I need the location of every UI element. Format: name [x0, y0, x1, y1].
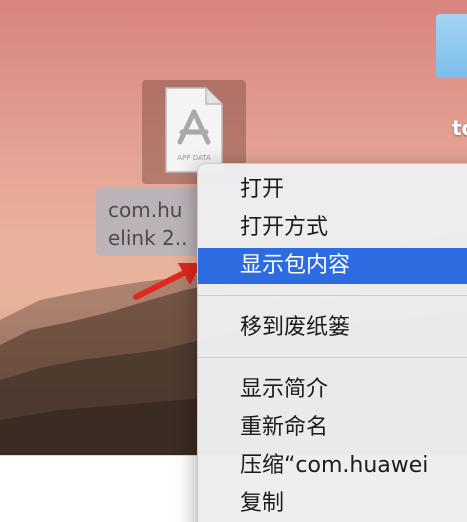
menu-separator	[198, 295, 467, 296]
file-name-label[interactable]: com.hu elink 2..	[96, 188, 206, 256]
file-name-line-2: elink 2..	[108, 226, 188, 250]
menu-item-open-with[interactable]: 打开方式	[198, 210, 467, 246]
menu-item-move-to-trash[interactable]: 移到废纸篓	[198, 310, 467, 346]
desktop-background: to APP DATA com.hu elink 2.. 打开 打开方式 显示包…	[0, 0, 467, 522]
menu-separator	[198, 357, 467, 358]
menu-item-open[interactable]: 打开	[198, 172, 467, 208]
file-name-line-1: com.hu	[108, 198, 183, 222]
menu-item-rename[interactable]: 重新命名	[198, 410, 467, 446]
menu-item-duplicate[interactable]: 复制	[198, 486, 467, 522]
app-data-file-icon: APP DATA	[165, 87, 223, 173]
context-menu: 打开 打开方式 显示包内容 移到废纸篓 显示简介 重新命名 压缩“com.hua…	[197, 163, 467, 522]
menu-item-compress[interactable]: 压缩“com.huawei	[198, 448, 467, 484]
menu-item-show-package-contents[interactable]: 显示包内容	[198, 248, 467, 284]
folder-icon[interactable]	[436, 14, 467, 78]
folder-label[interactable]: to	[452, 116, 467, 140]
app-data-badge-text: APP DATA	[177, 154, 211, 162]
menu-item-get-info[interactable]: 显示简介	[198, 372, 467, 408]
